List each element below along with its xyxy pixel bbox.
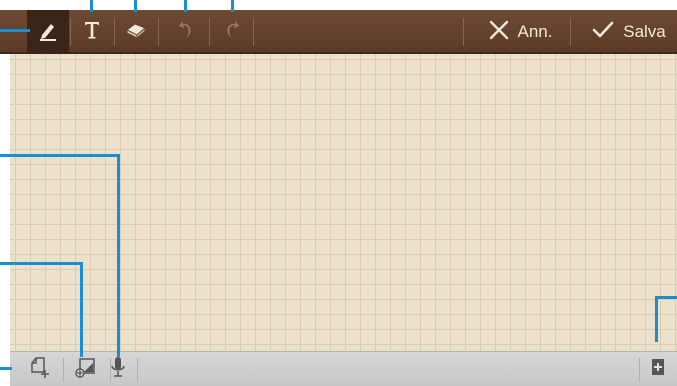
eraser-icon <box>123 18 149 47</box>
save-label: Salva <box>623 22 666 41</box>
checkmark-icon <box>591 19 615 46</box>
bottom-bar <box>10 351 677 386</box>
redo-button[interactable] <box>210 10 252 54</box>
add-icon <box>647 356 669 383</box>
canvas-edge <box>0 54 10 351</box>
eraser-button[interactable] <box>115 10 157 54</box>
microphone-icon <box>108 355 128 384</box>
add-button[interactable] <box>638 352 677 386</box>
toolbar: Ann. Salva <box>0 10 677 54</box>
insert-image-icon <box>28 355 52 384</box>
text-icon <box>80 18 104 47</box>
undo-icon <box>177 17 197 48</box>
drawing-canvas[interactable] <box>10 54 677 351</box>
text-button[interactable] <box>71 10 113 54</box>
voice-record-button[interactable] <box>98 352 138 386</box>
cancel-label: Ann. <box>517 22 553 41</box>
add-page-icon <box>74 355 98 384</box>
pen-button[interactable] <box>27 10 69 54</box>
save-button[interactable]: Salva <box>580 10 677 54</box>
undo-button[interactable] <box>166 10 208 54</box>
insert-image-button[interactable] <box>20 352 60 386</box>
redo-icon <box>221 17 241 48</box>
close-icon <box>488 19 510 46</box>
pen-icon <box>36 18 60 47</box>
cancel-button[interactable]: Ann. <box>472 10 568 54</box>
